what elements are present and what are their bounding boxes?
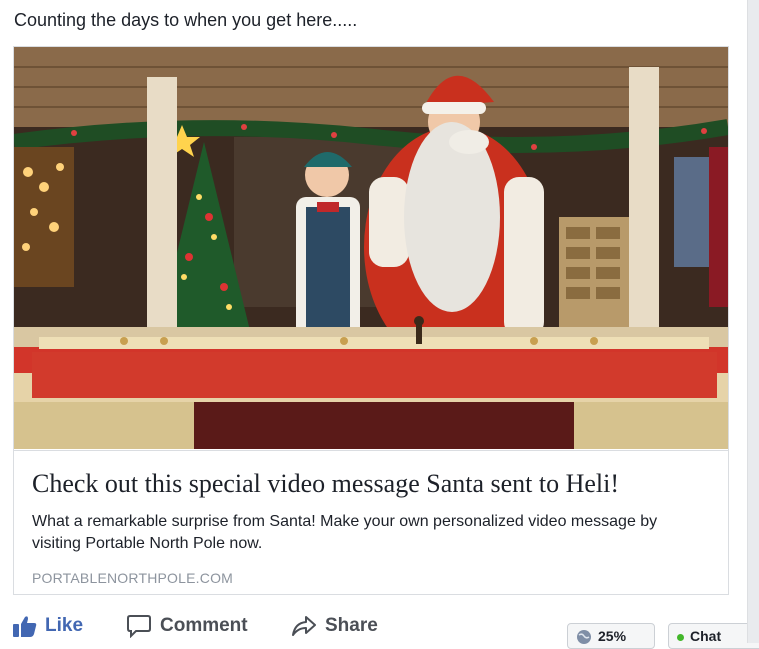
link-preview-card[interactable]: Check out this special video message San… xyxy=(13,46,729,595)
like-label: Like xyxy=(45,615,84,636)
share-arrow-icon xyxy=(291,615,317,637)
santa-workshop-illustration xyxy=(14,47,728,449)
zoom-label: 25% xyxy=(598,628,627,644)
post-action-bar: Like Comment Share xyxy=(13,611,573,641)
link-info-panel[interactable]: Check out this special video message San… xyxy=(14,450,728,594)
comment-label: Comment xyxy=(160,615,248,636)
share-label: Share xyxy=(325,615,378,636)
share-button[interactable]: Share xyxy=(291,611,378,641)
chat-tab[interactable]: Chat xyxy=(668,623,759,649)
post-text: Counting the days to when you get here..… xyxy=(14,10,358,30)
link-domain: PORTABLENORTHPOLE.COM xyxy=(32,570,234,586)
link-description: What a remarkable surprise from Santa! M… xyxy=(32,513,658,552)
page-scroll-edge[interactable] xyxy=(747,0,759,643)
thumbs-up-icon xyxy=(13,615,37,637)
zoom-indicator[interactable]: 25% xyxy=(567,623,655,649)
link-title[interactable]: Check out this special video message San… xyxy=(32,467,712,501)
like-button[interactable]: Like xyxy=(13,611,83,641)
online-status-dot xyxy=(677,634,684,641)
comment-bubble-icon xyxy=(126,614,152,638)
chat-label: Chat xyxy=(690,628,722,644)
comment-button[interactable]: Comment xyxy=(126,611,248,641)
video-preview-image[interactable] xyxy=(14,47,728,449)
